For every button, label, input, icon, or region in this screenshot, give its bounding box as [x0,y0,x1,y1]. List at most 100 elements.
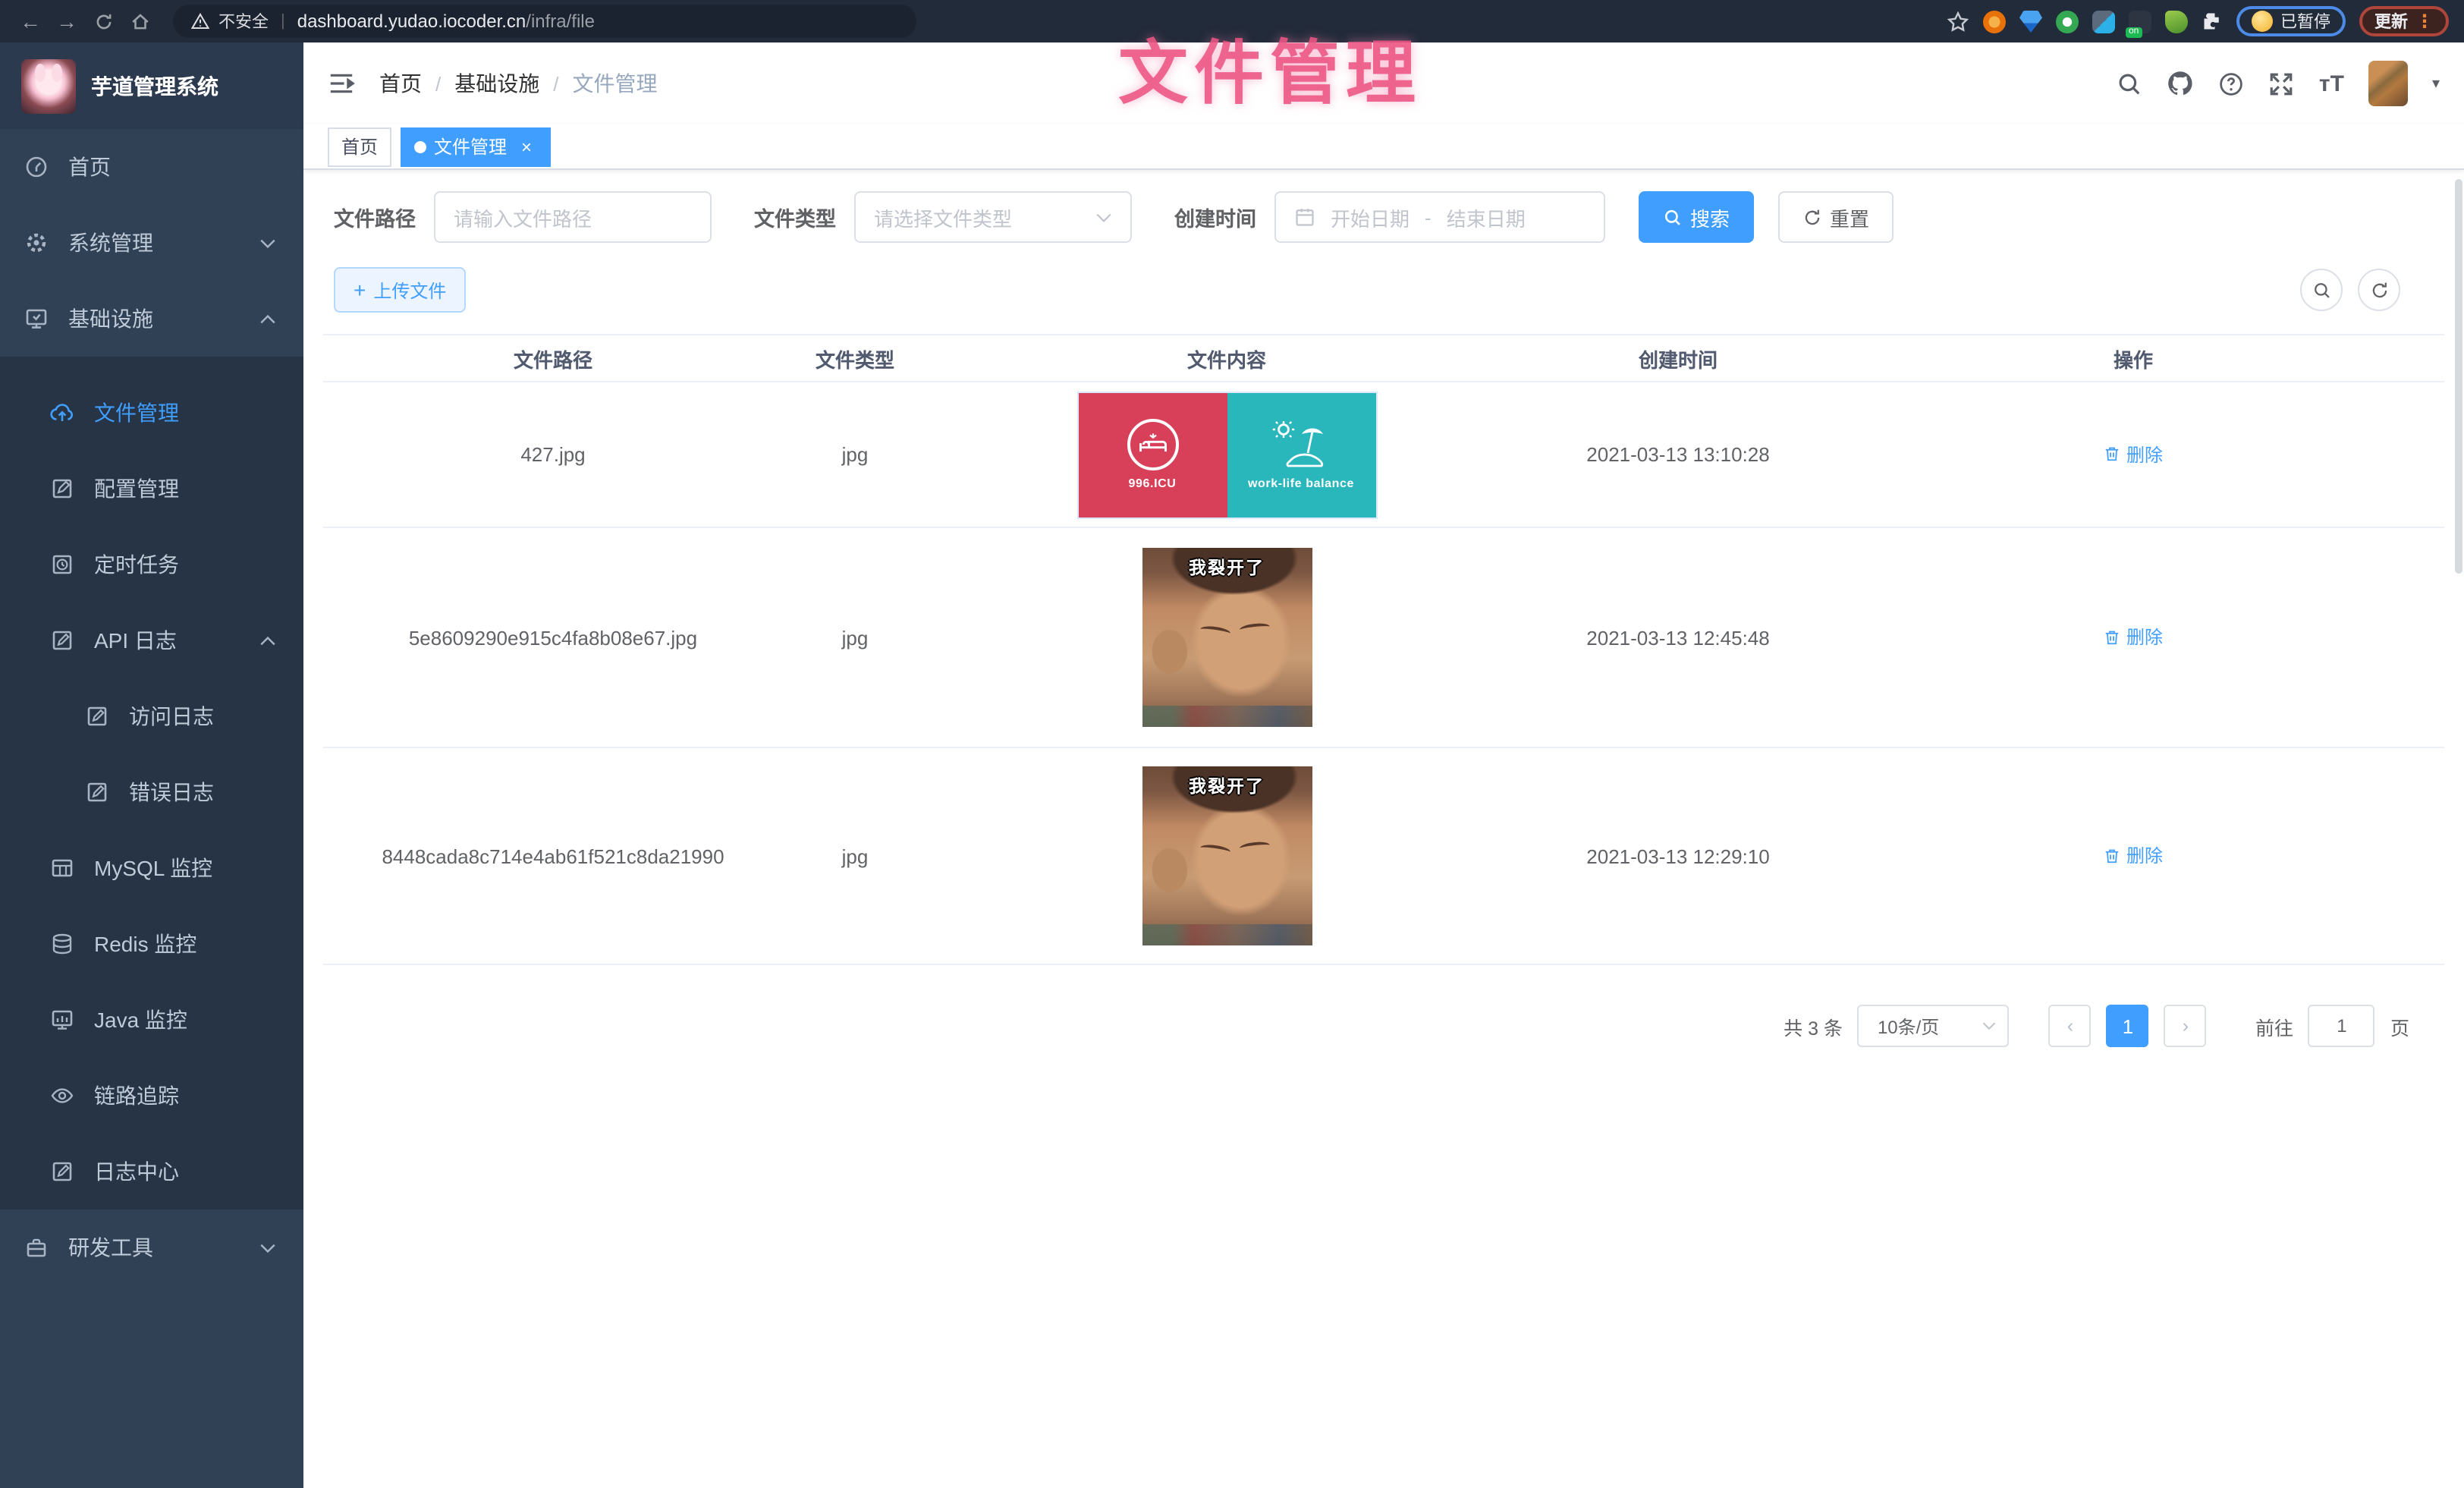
table-row: 8448cada8c714e4ab61f521c8da21990 jpg 我裂开… [323,748,2444,965]
sidebar-item-error-log[interactable]: 错误日志 [0,754,303,830]
security-label[interactable]: 不安全 [218,9,269,33]
upload-button-label: 上传文件 [373,277,446,303]
github-icon[interactable] [2167,70,2195,97]
sidebar-item-label: Java 监控 [94,1005,187,1035]
file-path-placeholder: 请输入文件路径 [454,203,592,231]
address-bar[interactable]: 不安全 | dashboard.yudao.iocoder.cn/infra/f… [173,5,916,38]
hamburger-icon[interactable] [328,71,355,96]
file-path-input[interactable]: 请输入文件路径 [434,191,712,243]
sidebar-item-infrastructure[interactable]: 基础设施 [0,281,303,357]
sidebar-item-config-mgmt[interactable]: 配置管理 [0,451,303,527]
file-preview-image-crying-baby-meme[interactable]: 我裂开了 [1142,766,1312,945]
sidebar-item-redis-monitor[interactable]: Redis 监控 [0,906,303,982]
extension-icon[interactable] [2019,10,2042,33]
java-monitor-icon [50,1008,74,1032]
prev-page-button[interactable]: ‹ [2049,1005,2092,1047]
delete-button[interactable]: 删除 [2104,843,2163,869]
next-page-button[interactable]: › [2164,1005,2207,1047]
tag-file-mgmt[interactable]: 文件管理 × [401,127,551,166]
banner-right-text: work-life balance [1248,477,1354,490]
file-type-select[interactable]: 请选择文件类型 [854,191,1132,243]
extension-icon[interactable] [2165,10,2188,33]
upload-file-button[interactable]: + 上传文件 [334,267,466,313]
action-cell: 删除 [1830,843,2437,870]
eye-icon [50,1084,74,1108]
browser-refresh-icon[interactable] [88,6,118,36]
table-row: 427.jpg jpg 996.ICU [323,382,2444,528]
tag-home[interactable]: 首页 [328,127,391,166]
file-preview-image-996-banner[interactable]: 996.ICU work-life balance [1078,392,1375,517]
column-header: 操作 [1830,344,2437,373]
sidebar-item-api-log[interactable]: API 日志 [0,602,303,678]
page-number-button[interactable]: 1 [2107,1005,2149,1047]
profile-avatar [2252,11,2273,32]
file-preview-image-crying-baby-meme[interactable]: 我裂开了 [1142,548,1312,727]
page-size-select[interactable]: 10条/页 [1858,1005,2010,1047]
edit-icon [50,477,74,501]
delete-button[interactable]: 删除 [2104,442,2163,467]
reset-button[interactable]: 重置 [1778,191,1894,243]
sidebar-item-log-center[interactable]: 日志中心 [0,1134,303,1210]
file-type-label: 文件类型 [754,202,836,232]
browser-home-icon[interactable] [124,6,155,36]
browser-menu-dots-icon[interactable]: ⋮ [2415,11,2434,32]
refresh-table-button[interactable] [2358,269,2400,311]
sidebar: 芋道管理系统 首页 系统管理 基础设施 [0,42,303,1488]
sidebar-item-label: 配置管理 [94,473,179,504]
bookmark-star-icon[interactable] [1947,10,1969,33]
extension-icon-on-badge[interactable]: on [2129,10,2151,33]
user-caret-down-icon[interactable]: ▾ [2432,75,2440,92]
page-unit-label: 页 [2390,1011,2409,1040]
column-header: 文件类型 [783,344,927,373]
plus-icon: + [354,278,366,302]
sidebar-item-dev-tools[interactable]: 研发工具 [0,1210,303,1285]
file-type-cell: jpg [783,626,927,649]
sidebar-item-mysql-monitor[interactable]: MySQL 监控 [0,830,303,906]
sidebar-item-tracing[interactable]: 链路追踪 [0,1058,303,1134]
search-button[interactable]: 搜索 [1639,191,1754,243]
tag-close-icon[interactable]: × [516,136,537,157]
beach-umbrella-icon [1268,419,1334,470]
toggle-search-button[interactable] [2300,269,2343,311]
extensions-puzzle-icon[interactable] [2202,11,2223,32]
browser-update-button[interactable]: 更新 ⋮ [2359,6,2449,36]
sidebar-logo-row[interactable]: 芋道管理系统 [0,42,303,129]
column-header: 创建时间 [1526,344,1830,373]
sidebar-item-label: 基础设施 [68,304,153,334]
tag-active-dot [414,140,426,153]
refresh-icon [1802,207,1822,227]
sidebar-item-home[interactable]: 首页 [0,129,303,205]
profile-status-label: 已暂停 [2280,9,2330,33]
browser-back-icon[interactable]: ← [15,6,46,36]
scrollbar[interactable] [2455,179,2462,574]
sidebar-item-scheduled-jobs[interactable]: 定时任务 [0,527,303,602]
breadcrumb-home[interactable]: 首页 [379,68,422,99]
extension-icon[interactable] [2056,10,2079,33]
header-search-icon[interactable] [2117,71,2143,96]
sidebar-item-label: 访问日志 [129,701,214,731]
sidebar-item-system-mgmt[interactable]: 系统管理 [0,205,303,281]
profile-chip[interactable]: 已暂停 [2236,6,2346,36]
url-path: /infra/file [526,11,595,32]
dashboard-icon [24,155,49,179]
file-type-placeholder: 请选择文件类型 [874,203,1012,231]
user-avatar[interactable] [2368,61,2408,106]
delete-button[interactable]: 删除 [2104,624,2163,650]
extension-icon[interactable] [1983,10,2006,33]
docs-question-icon[interactable] [2219,71,2245,96]
font-size-icon[interactable]: ᴛT [2319,71,2344,96]
fullscreen-icon[interactable] [2269,71,2295,96]
date-range-picker[interactable]: 开始日期 - 结束日期 [1274,191,1605,243]
sidebar-item-access-log[interactable]: 访问日志 [0,678,303,754]
goto-page-input[interactable]: 1 [2308,1005,2375,1047]
sidebar-item-file-mgmt[interactable]: 文件管理 [0,375,303,451]
url-divider: | [281,12,285,30]
created-time-cell: 2021-03-13 12:45:48 [1526,626,1830,649]
extension-icon[interactable] [2092,10,2115,33]
chevron-down-icon [259,1242,276,1253]
sidebar-menu: 首页 系统管理 基础设施 文件管理 [0,129,303,1488]
browser-forward-icon[interactable]: → [52,6,82,36]
breadcrumb-section[interactable]: 基础设施 [454,68,539,99]
sidebar-item-java-monitor[interactable]: Java 监控 [0,982,303,1058]
header-actions: ᴛT ▾ [2117,61,2440,106]
